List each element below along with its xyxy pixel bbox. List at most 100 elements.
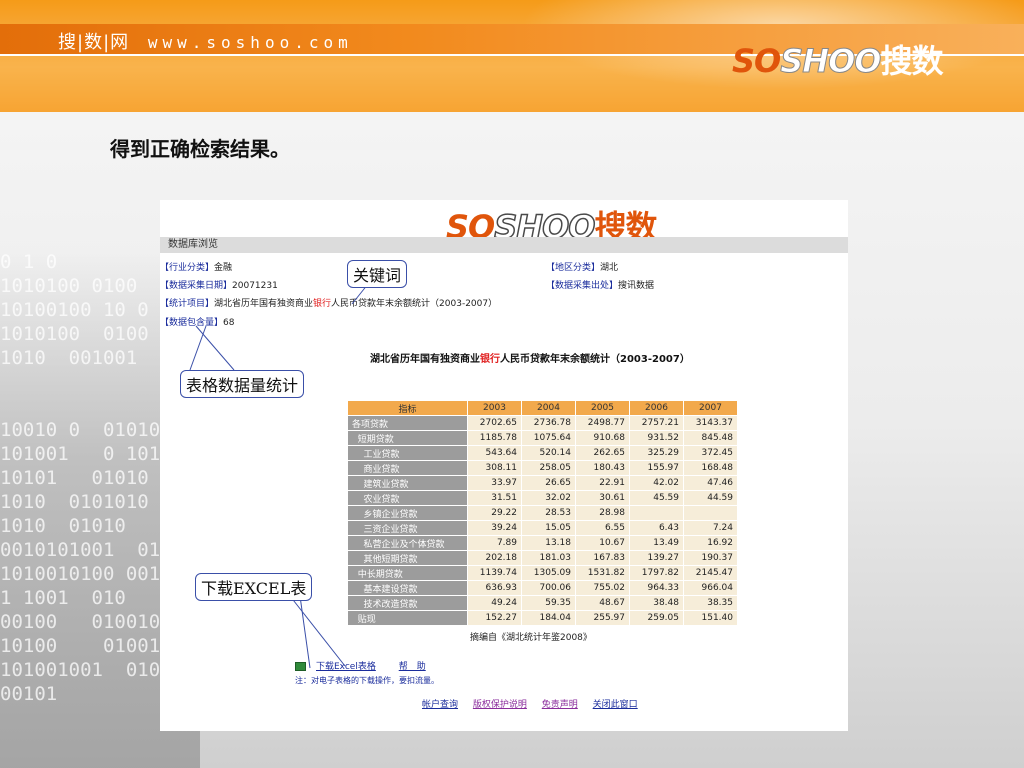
table-cell: 59.35 — [521, 595, 576, 611]
table-cell: 258.05 — [521, 460, 576, 476]
table-cell: 520.14 — [521, 445, 576, 461]
table-cell: 167.83 — [575, 550, 630, 566]
table-title-keyword: 银行 — [480, 354, 500, 365]
disclaimer-link[interactable]: 免责声明 — [542, 700, 578, 710]
slide-heading: 得到正确检索结果。 — [110, 137, 290, 161]
help-link[interactable]: 帮 助 — [399, 662, 426, 672]
table-cell: 1185.78 — [467, 430, 522, 446]
industry-label: 【行业分类】 — [160, 263, 215, 273]
table-cell: 845.48 — [683, 430, 738, 446]
industry-value: 金融 — [214, 263, 233, 273]
callout-download: 下载EXCEL表 — [195, 573, 313, 601]
table-row-label: 建筑业贷款 — [347, 475, 468, 491]
download-note: 注：对电子表格的下载操作，要扣流量。 — [295, 676, 439, 685]
download-excel-link[interactable]: 下载Excel表格 — [316, 662, 376, 672]
close-window-link[interactable]: 关闭此窗口 — [593, 700, 638, 710]
table-row: 各项贷款 2702.65 2736.78 2498.77 2757.21 3143.37 — [347, 415, 738, 431]
table-cell: 10.67 — [575, 535, 630, 551]
table-cell: 48.67 — [575, 595, 630, 611]
table-cell: 155.97 — [629, 460, 684, 476]
account-query-link[interactable]: 帐户查询 — [422, 700, 458, 710]
table-cell: 966.04 — [683, 580, 738, 596]
table-row-label: 农业贷款 — [347, 490, 468, 506]
table-cell: 28.53 — [521, 505, 576, 521]
table-cell: 2498.77 — [575, 415, 630, 431]
logo-shoo: SHOO — [780, 42, 882, 81]
callout-table-count: 表格数据量统计 — [180, 370, 305, 398]
site-title: 搜|数|网 www.soshoo.com — [58, 28, 353, 54]
table-row: 农业贷款 31.51 32.02 30.61 45.59 44.59 — [347, 490, 738, 506]
table-row: 工业贷款 543.64 520.14 262.65 325.29 372.45 — [347, 445, 738, 461]
table-row-label: 贴现 — [347, 610, 468, 626]
table-row: 私营企业及个体贷款 7.89 13.18 10.67 13.49 16.92 — [347, 535, 738, 551]
table-title: 湖北省历年国有独资商业银行人民币贷款年末余额统计（2003-2007） — [370, 350, 690, 365]
table-cell: 45.59 — [629, 490, 684, 506]
industry-row: 【行业分类】金融 — [160, 260, 232, 273]
table-row-label: 乡镇企业贷款 — [347, 505, 468, 521]
table-cell — [683, 505, 738, 521]
table-cell: 26.65 — [521, 475, 576, 491]
table-row: 商业贷款 308.11 258.05 180.43 155.97 168.48 — [347, 460, 738, 476]
table-cell: 152.27 — [467, 610, 522, 626]
table-cell: 32.02 — [521, 490, 576, 506]
count-value: 68 — [223, 318, 235, 328]
table-cell: 16.92 — [683, 535, 738, 551]
table-cell: 1075.64 — [521, 430, 576, 446]
date-value: 20071231 — [232, 281, 278, 291]
table-cell: 325.29 — [629, 445, 684, 461]
table-cell: 755.02 — [575, 580, 630, 596]
region-row: 【地区分类】湖北 — [546, 260, 618, 273]
table-row: 乡镇企业贷款 29.22 28.53 28.98 — [347, 505, 738, 521]
table-title-suffix: 人民币贷款年末余额统计（2003-2007） — [500, 354, 690, 365]
table-cell: 47.46 — [683, 475, 738, 491]
table-row-label: 三资企业贷款 — [347, 520, 468, 536]
stat-suffix: 人民币贷款年末余额统计（2003-2007） — [331, 299, 498, 309]
table-cell: 700.06 — [521, 580, 576, 596]
table-header-cell: 指标 — [347, 400, 468, 416]
table-cell: 44.59 — [683, 490, 738, 506]
table-cell: 308.11 — [467, 460, 522, 476]
table-cell: 910.68 — [575, 430, 630, 446]
site-url: www.soshoo.com — [147, 33, 353, 52]
table-row: 三资企业贷款 39.24 15.05 6.55 6.43 7.24 — [347, 520, 738, 536]
table-cell: 15.05 — [521, 520, 576, 536]
table-cell: 38.48 — [629, 595, 684, 611]
table-header-cell: 2005 — [575, 400, 630, 416]
footer-links: 帐户查询 版权保护说明 免责声明 关闭此窗口 — [422, 697, 650, 710]
table-cell: 42.02 — [629, 475, 684, 491]
top-banner: 搜|数|网 www.soshoo.com SOSHOO搜数 — [0, 0, 1024, 112]
banner-logo: SOSHOO搜数 — [732, 36, 944, 82]
table-cell: 33.97 — [467, 475, 522, 491]
date-label: 【数据采集日期】 — [160, 281, 233, 291]
stat-keyword: 银行 — [313, 299, 332, 309]
table-cell: 39.24 — [467, 520, 522, 536]
table-row: 建筑业贷款 33.97 26.65 22.91 42.02 47.46 — [347, 475, 738, 491]
table-cell: 931.52 — [629, 430, 684, 446]
table-row: 贴现 152.27 184.04 255.97 259.05 151.40 — [347, 610, 738, 626]
table-cell: 202.18 — [467, 550, 522, 566]
table-row-label: 商业贷款 — [347, 460, 468, 476]
table-cell: 543.64 — [467, 445, 522, 461]
copyright-link[interactable]: 版权保护说明 — [473, 700, 527, 710]
source-label: 【数据采集出处】 — [546, 281, 619, 291]
excel-icon[interactable] — [295, 662, 306, 671]
stat-row: 【统计项目】湖北省历年国有独资商业银行人民币贷款年末余额统计（2003-2007… — [160, 296, 497, 309]
table-cell: 6.43 — [629, 520, 684, 536]
table-cell: 1531.82 — [575, 565, 630, 581]
table-cell: 259.05 — [629, 610, 684, 626]
table-row-label: 其他短期贷款 — [347, 550, 468, 566]
table-row: 中长期贷款 1139.74 1305.09 1531.82 1797.82 2145.47 — [347, 565, 738, 581]
table-row: 短期贷款 1185.78 1075.64 910.68 931.52 845.48 — [347, 430, 738, 446]
table-cell: 372.45 — [683, 445, 738, 461]
table-cell: 636.93 — [467, 580, 522, 596]
stat-prefix: 湖北省历年国有独资商业 — [214, 299, 314, 309]
table-cell: 139.27 — [629, 550, 684, 566]
table-cell: 255.97 — [575, 610, 630, 626]
table-header-cell: 2004 — [521, 400, 576, 416]
table-row: 其他短期贷款 202.18 181.03 167.83 139.27 190.37 — [347, 550, 738, 566]
table-header-cell: 2003 — [467, 400, 522, 416]
table-cell: 180.43 — [575, 460, 630, 476]
download-row: 下载Excel表格 帮 助 — [295, 659, 426, 672]
table-cell: 1305.09 — [521, 565, 576, 581]
table-cell: 1139.74 — [467, 565, 522, 581]
